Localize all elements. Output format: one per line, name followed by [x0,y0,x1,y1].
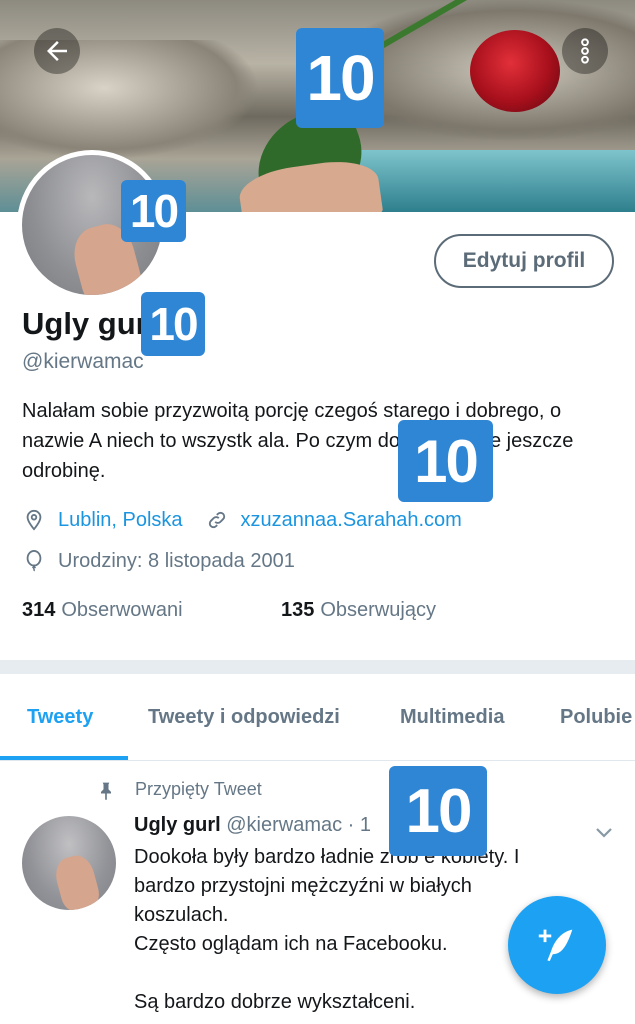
following-label: Obserwowani [61,599,183,621]
website-link[interactable]: xzuzannaa.Sarahah.com [241,509,462,532]
tweet-avatar-hand [51,852,103,910]
followers-label: Obserwujący [320,599,436,621]
pinned-tweet-label: Przypięty Tweet [135,779,262,799]
more-options-button[interactable] [562,28,608,74]
active-tab-indicator [0,756,128,760]
overlay-badge-name: 10 [141,292,205,356]
profile-handle: @kierwamac [22,350,144,373]
overlay-badge-tweet: 10 [389,766,487,856]
following-count: 314 [22,599,56,621]
birthday-text: Urodziny: 8 listopada 2001 [58,549,295,572]
following-stat[interactable]: 314 Obserwowani [22,599,183,622]
tweet-header: Ugly gurl @kierwamac · 1 [134,814,371,837]
tweet-author-handle: @kierwamac · 1 [226,814,372,836]
profile-meta-birthday: Urodziny: 8 listopada 2001 [22,549,295,573]
tab-likes[interactable]: Polubie [560,674,632,760]
tab-media[interactable]: Multimedia [400,674,504,760]
followers-count: 135 [281,599,315,621]
followers-stat[interactable]: 135 Obserwujący [281,599,436,622]
location-link[interactable]: Lublin, Polska [58,509,183,532]
overlay-badge-avatar: 10 [121,180,186,242]
balloon-icon [22,549,46,573]
pin-icon [96,780,116,807]
profile-tabs: Tweety Tweety i odpowiedzi Multimedia Po… [0,674,635,761]
location-pin-icon [22,508,46,532]
section-divider [0,660,635,674]
arrow-left-icon [47,41,67,61]
more-vertical-icon [581,38,589,64]
tweet-author-avatar[interactable] [22,816,116,910]
overlay-badge-bio: 10 [398,420,493,502]
profile-bio: Nalałam sobie przyzwoitą porcję czegoś s… [22,400,574,482]
edit-profile-button[interactable]: Edytuj profil [434,234,614,288]
profile-meta-location: Lublin, Polska xzuzannaa.Sarahah.com [22,508,462,532]
tweet-author-name[interactable]: Ugly gurl [134,814,221,836]
profile-name: Ugly gurl [22,306,157,341]
compose-feather-icon [538,929,573,962]
back-button[interactable] [34,28,80,74]
tab-tweets[interactable]: Tweety [27,674,93,760]
compose-tweet-button[interactable] [508,896,606,994]
banner-water [360,150,635,212]
tab-tweets-and-replies[interactable]: Tweety i odpowiedzi [148,674,340,760]
banner-rose [470,30,560,112]
link-icon [205,508,229,532]
overlay-badge-banner: 10 [296,28,384,128]
